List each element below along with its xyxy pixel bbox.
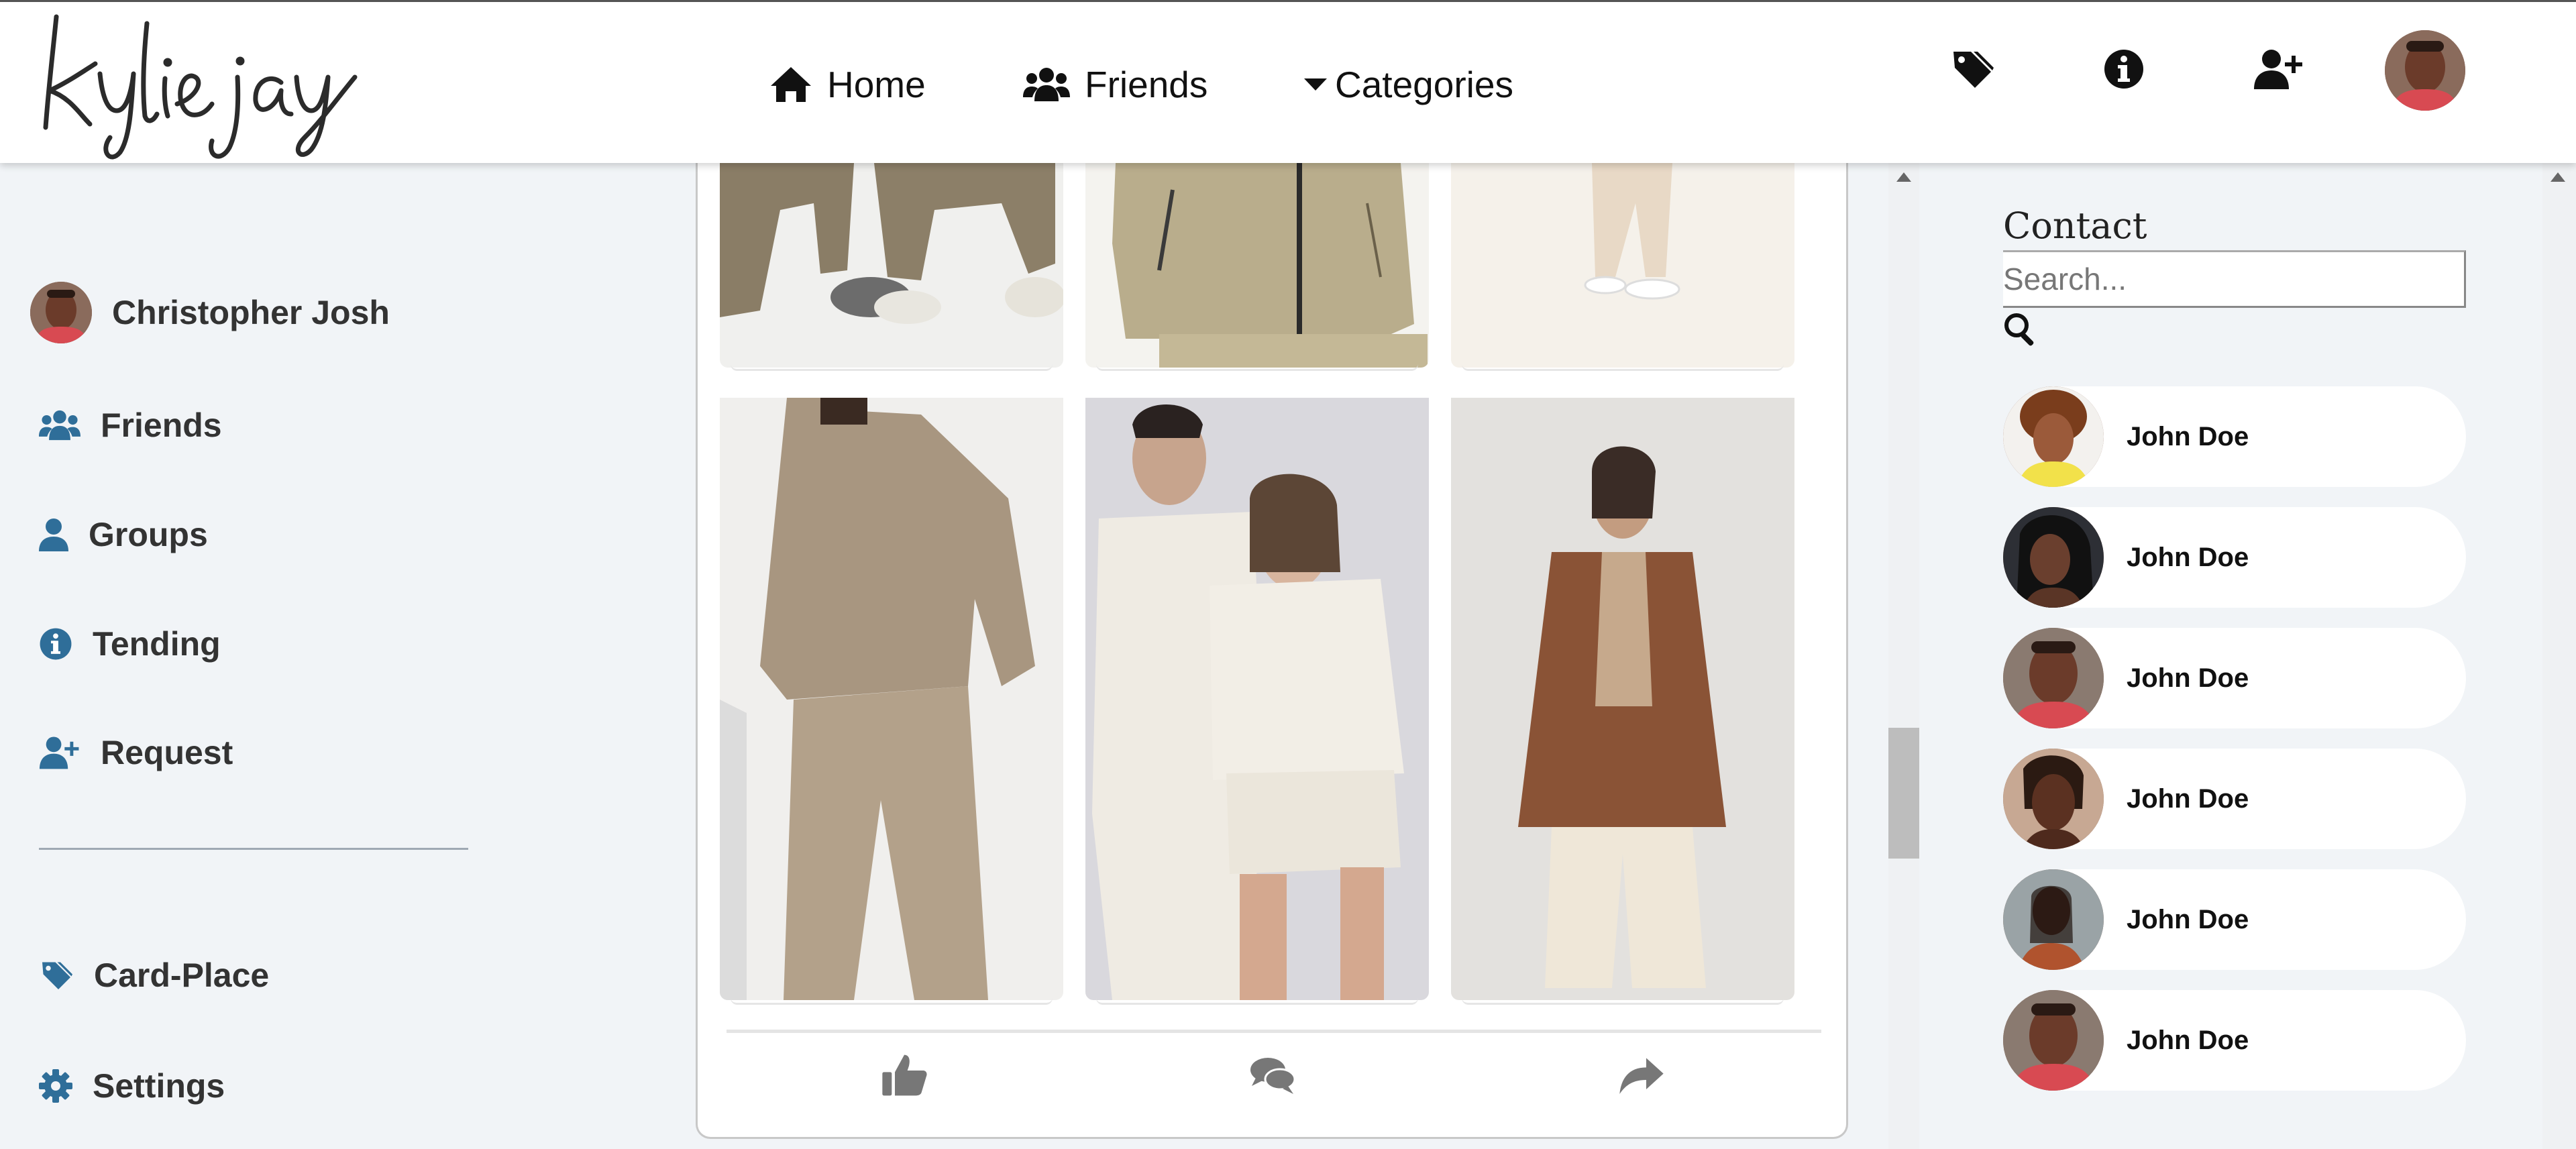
- search-icon[interactable]: [2003, 312, 2038, 347]
- nav-friends-label: Friends: [1085, 64, 1208, 105]
- actions-divider: [727, 1030, 1821, 1033]
- contact-item[interactable]: John Doe: [2003, 507, 2466, 608]
- nav-home-label: Home: [827, 64, 926, 105]
- caret-down-icon: [1304, 77, 1327, 92]
- sidebar-item-label: Request: [101, 734, 233, 771]
- sidebar-item-friends[interactable]: Friends: [39, 406, 222, 445]
- users-icon: [1023, 66, 1070, 103]
- contact-name: John Doe: [2127, 904, 2249, 934]
- contact-item[interactable]: John Doe: [2003, 749, 2466, 849]
- contact-avatar: [2003, 749, 2104, 849]
- users-icon: [39, 409, 80, 441]
- info-icon: [39, 627, 72, 661]
- contacts-panel: Contact John Doe John Doe John Doe John …: [1920, 163, 2542, 1149]
- post-image[interactable]: [1085, 163, 1429, 368]
- nav-categories-dropdown[interactable]: Categories: [1304, 59, 1513, 110]
- comment-icon[interactable]: [1249, 1052, 1296, 1099]
- contact-item[interactable]: John Doe: [2003, 628, 2466, 728]
- scroll-up-arrow-icon[interactable]: [1896, 172, 1911, 182]
- top-header: Home Friends Categories: [0, 0, 2576, 163]
- sidebar-item-card-place[interactable]: Card-Place: [39, 956, 269, 995]
- sidebar-item-tending[interactable]: Tending: [39, 624, 221, 663]
- contact-avatar: [2003, 386, 2104, 487]
- user-icon: [39, 518, 68, 551]
- sidebar-item-label: Friends: [101, 406, 222, 444]
- post-image[interactable]: [1451, 163, 1794, 368]
- sidebar-item-settings[interactable]: Settings: [39, 1066, 225, 1105]
- tags-icon: [39, 959, 74, 991]
- contact-item[interactable]: John Doe: [2003, 990, 2466, 1091]
- user-avatar[interactable]: [2385, 30, 2465, 111]
- profile-link[interactable]: Christopher Josh: [30, 282, 390, 343]
- sidebar-item-label: Groups: [89, 516, 208, 553]
- contact-name: John Doe: [2127, 542, 2249, 572]
- contact-name: John Doe: [2127, 663, 2249, 693]
- info-icon[interactable]: [2102, 48, 2145, 91]
- kylie-jay-logo[interactable]: [16, 3, 358, 162]
- sidebar-item-request[interactable]: Request: [39, 733, 233, 772]
- post-card: [696, 163, 1848, 1139]
- sidebar-item-label: Tending: [93, 625, 221, 663]
- sidebar-item-groups[interactable]: Groups: [39, 515, 208, 554]
- left-sidebar: Christopher Josh Friends Groups Tending …: [0, 163, 694, 1149]
- contact-name: John Doe: [2127, 421, 2249, 451]
- post-image[interactable]: [1451, 398, 1794, 1000]
- like-icon[interactable]: [881, 1052, 928, 1099]
- profile-name: Christopher Josh: [112, 294, 390, 331]
- post-image[interactable]: [1085, 398, 1429, 1000]
- contact-item[interactable]: John Doe: [2003, 386, 2466, 487]
- sidebar-item-label: Card-Place: [94, 956, 270, 994]
- contact-avatar: [2003, 507, 2104, 608]
- feed-scroll-thumb[interactable]: [1888, 728, 1919, 859]
- contact-search-input[interactable]: [2003, 250, 2466, 308]
- nav-home[interactable]: Home: [769, 59, 926, 110]
- share-icon[interactable]: [1618, 1052, 1665, 1099]
- contact-avatar: [2003, 990, 2104, 1091]
- contact-name: John Doe: [2127, 1025, 2249, 1055]
- contact-avatar: [2003, 628, 2104, 728]
- sidebar-item-label: Settings: [93, 1067, 225, 1105]
- profile-avatar: [30, 282, 92, 343]
- post-image[interactable]: [720, 163, 1063, 368]
- nav-categories-label: Categories: [1335, 64, 1513, 105]
- tag-icon[interactable]: [1951, 48, 1994, 91]
- contacts-title: Contact: [2003, 205, 2147, 247]
- sidebar-divider: [39, 848, 468, 850]
- add-user-icon: [39, 735, 80, 770]
- home-icon: [769, 66, 812, 103]
- post-image[interactable]: [720, 398, 1063, 1000]
- contact-avatar: [2003, 869, 2104, 970]
- nav-friends[interactable]: Friends: [1023, 59, 1208, 110]
- contact-item[interactable]: John Doe: [2003, 869, 2466, 970]
- scroll-up-arrow-icon[interactable]: [2551, 172, 2565, 182]
- page-scrollbar[interactable]: [2542, 163, 2576, 1149]
- gear-icon: [39, 1069, 72, 1103]
- feed-scrollbar[interactable]: [1888, 163, 1919, 1149]
- add-user-icon[interactable]: [2254, 48, 2304, 91]
- contact-name: John Doe: [2127, 783, 2249, 814]
